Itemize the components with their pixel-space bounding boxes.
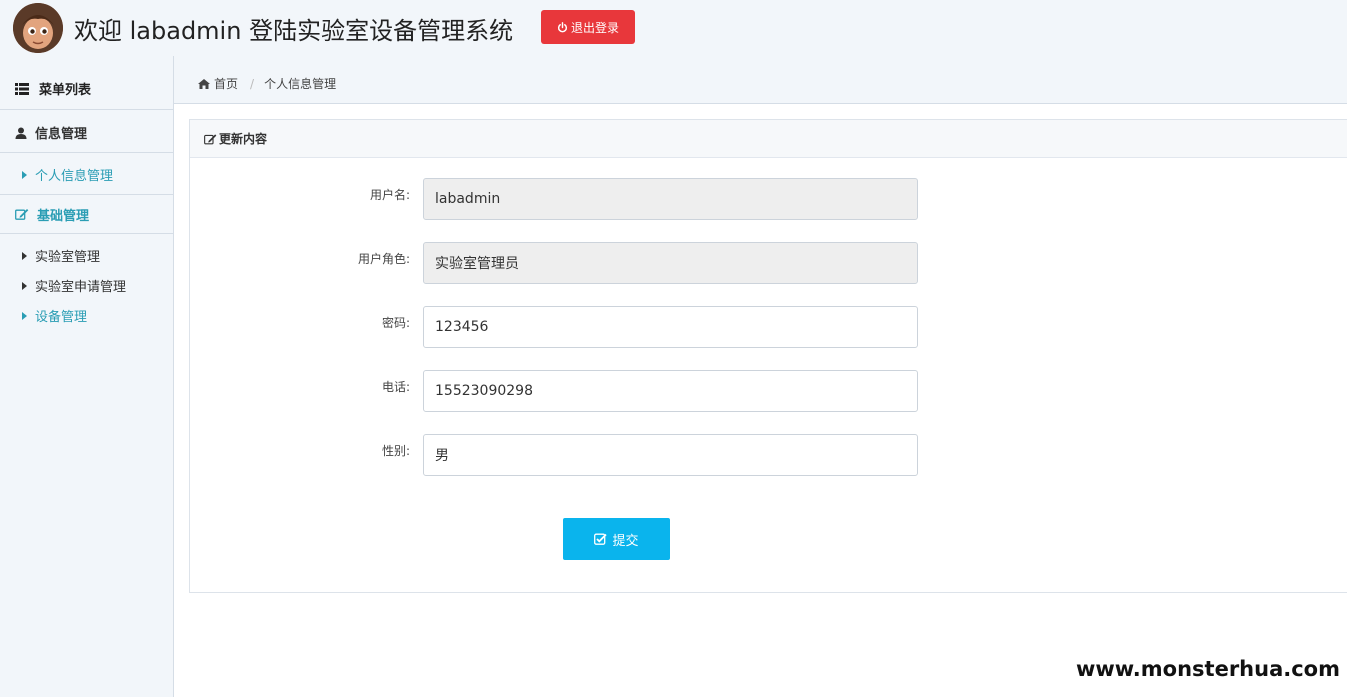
top-header: 欢迎 labadmin 登陆实验室设备管理系统 退出登录 bbox=[0, 0, 1347, 56]
sidebar: 菜单列表 信息管理 个人信息管理 基础管理 实验室管理 实验室申请管理 设备管理 bbox=[0, 56, 174, 697]
avatar-image bbox=[13, 3, 63, 53]
update-panel: 更新内容 用户名: 用户角色: 密码: 电话: 性别: 提交 bbox=[189, 119, 1347, 593]
caret-right-icon bbox=[22, 251, 27, 260]
caret-right-icon bbox=[22, 170, 27, 179]
gender-label: 性别: bbox=[381, 444, 410, 458]
sidebar-item-lab[interactable]: 实验室管理 bbox=[22, 246, 100, 265]
avatar[interactable] bbox=[13, 3, 63, 53]
breadcrumb-current: 个人信息管理 bbox=[264, 77, 337, 91]
breadcrumb-home[interactable]: 首页 bbox=[214, 75, 238, 92]
edit-icon bbox=[204, 133, 217, 144]
form-row-role: 用户角色: bbox=[190, 242, 950, 284]
phone-label: 电话: bbox=[381, 380, 410, 394]
submit-label: 提交 bbox=[612, 533, 639, 549]
sidebar-group-info[interactable]: 信息管理 bbox=[0, 113, 173, 153]
sidebar-group-basic[interactable]: 基础管理 bbox=[0, 194, 173, 234]
sidebar-heading: 菜单列表 bbox=[0, 68, 173, 110]
role-label: 用户角色: bbox=[357, 252, 410, 266]
page-title: 欢迎 labadmin 登陆实验室设备管理系统 bbox=[74, 17, 514, 45]
form-row-gender: 性别: bbox=[190, 434, 950, 476]
password-label: 密码: bbox=[381, 316, 410, 330]
caret-right-icon bbox=[22, 281, 27, 290]
breadcrumb: 首页 / 个人信息管理 bbox=[174, 64, 1347, 104]
username-label: 用户名: bbox=[369, 188, 410, 202]
watermark-text: www.monsterhua.com bbox=[1071, 657, 1344, 681]
submit-button[interactable]: 提交 bbox=[563, 518, 670, 560]
sidebar-item-label: 实验室管理 bbox=[35, 250, 101, 265]
gender-field[interactable] bbox=[423, 434, 918, 476]
sidebar-item-profile[interactable]: 个人信息管理 bbox=[22, 165, 113, 184]
role-field[interactable] bbox=[423, 242, 918, 284]
sidebar-item-label: 个人信息管理 bbox=[35, 169, 114, 184]
sidebar-item-lab-application[interactable]: 实验室申请管理 bbox=[22, 276, 126, 295]
power-icon bbox=[557, 21, 568, 32]
sidebar-heading-label: 菜单列表 bbox=[39, 83, 92, 98]
sidebar-group-label: 基础管理 bbox=[37, 208, 90, 224]
main-content: 更新内容 用户名: 用户角色: 密码: 电话: 性别: 提交 bbox=[174, 104, 1347, 697]
home-icon bbox=[198, 78, 210, 89]
sidebar-group-label: 信息管理 bbox=[35, 127, 88, 142]
sidebar-item-label: 实验室申请管理 bbox=[35, 280, 127, 295]
form-row-username: 用户名: bbox=[190, 178, 950, 220]
phone-field[interactable] bbox=[423, 370, 918, 412]
caret-right-icon bbox=[22, 311, 27, 320]
username-field[interactable] bbox=[423, 178, 918, 220]
form-row-phone: 电话: bbox=[190, 370, 950, 412]
list-icon bbox=[15, 82, 29, 95]
sidebar-item-label: 设备管理 bbox=[35, 310, 88, 325]
panel-title: 更新内容 bbox=[219, 132, 268, 146]
form-row-password: 密码: bbox=[190, 306, 950, 348]
sidebar-item-equipment[interactable]: 设备管理 bbox=[22, 306, 87, 325]
edit-icon bbox=[15, 209, 29, 220]
logout-button[interactable]: 退出登录 bbox=[541, 10, 635, 44]
breadcrumb-separator: / bbox=[250, 76, 255, 91]
logout-label: 退出登录 bbox=[570, 20, 619, 35]
password-field[interactable] bbox=[423, 306, 918, 348]
panel-header: 更新内容 bbox=[190, 120, 1347, 158]
check-square-icon bbox=[594, 533, 608, 545]
user-icon bbox=[15, 127, 27, 139]
